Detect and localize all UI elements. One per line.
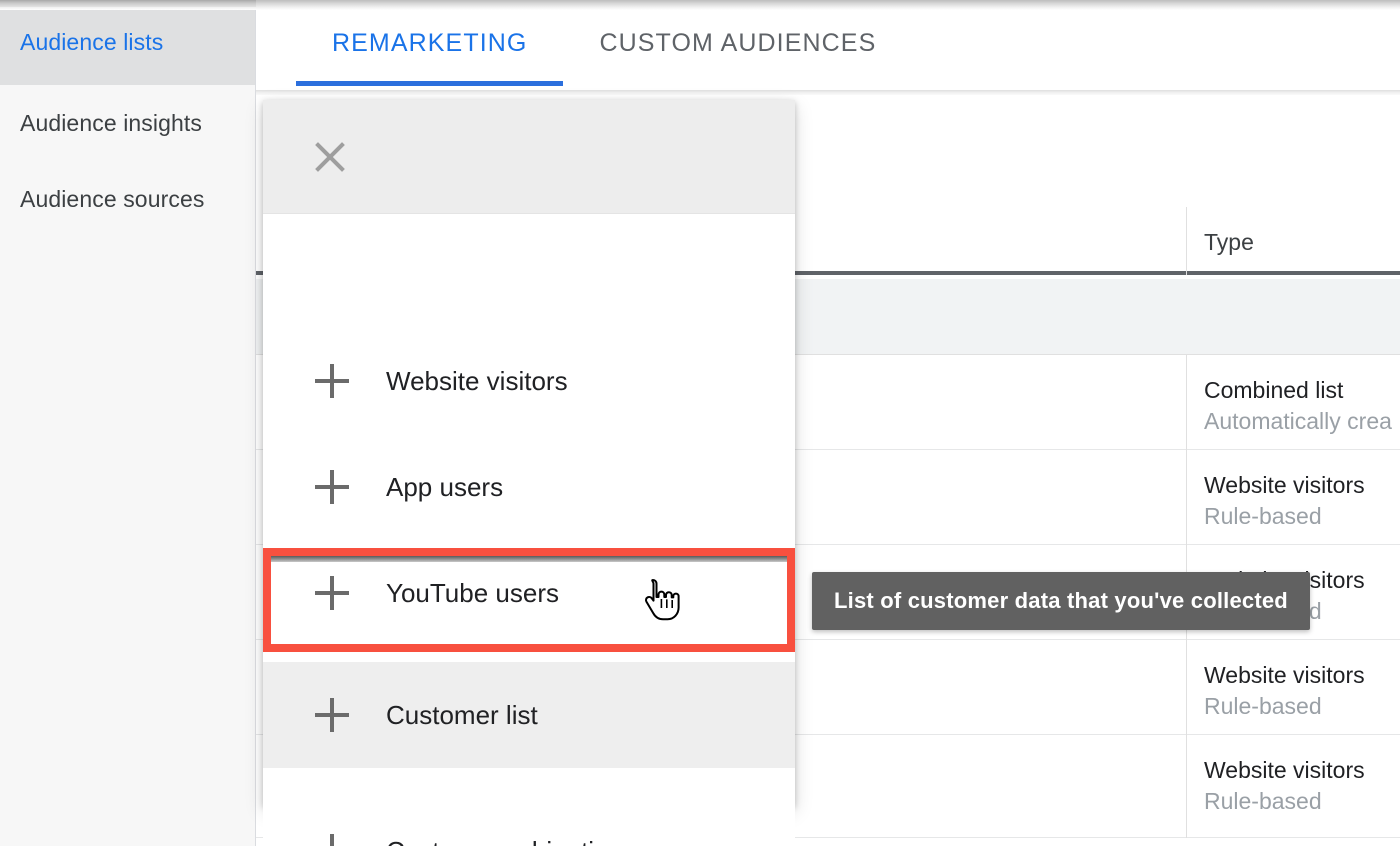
plus-icon [315, 834, 349, 846]
sidebar-item-label: Audience sources [20, 185, 205, 212]
dropdown-item-label: Website visitors [386, 365, 568, 396]
row-type-main: Combined list [1204, 377, 1344, 403]
header-column-divider-1 [1186, 207, 1187, 275]
screen-root: Type a sources Combined list Automatical… [0, 0, 1400, 846]
dropdown-item-customer-list[interactable]: Customer list [263, 662, 795, 768]
plus-icon [315, 364, 349, 398]
dropdown-item-label: Customer list [386, 699, 538, 730]
dropdown-item-youtube-users[interactable]: YouTube users [263, 540, 795, 646]
row-type-cell: Website visitors Rule-based [1204, 755, 1365, 817]
row-type-cell: Combined list Automatically crea [1204, 375, 1392, 437]
dropdown-item-label: YouTube users [386, 577, 559, 608]
row-column-divider [1186, 640, 1187, 735]
row-type-sub: Automatically crea [1204, 408, 1392, 434]
row-type-sub: Rule-based [1204, 503, 1322, 529]
sidebar-item-audience-sources[interactable]: Audience sources [0, 161, 255, 237]
sidebar-item-label: Audience insights [20, 109, 202, 136]
row-column-divider [1186, 735, 1187, 838]
row-type-cell: Website visitors Rule-based [1204, 660, 1365, 722]
dropdown-item-label: App users [386, 471, 504, 502]
dropdown-item-custom-combination[interactable]: Custom combination [263, 782, 795, 846]
close-icon[interactable] [311, 138, 349, 176]
sidebar-item-audience-insights[interactable]: Audience insights [0, 85, 255, 161]
row-column-divider [1186, 355, 1187, 450]
row-type-main: Website visitors [1204, 757, 1365, 783]
create-audience-dropdown: Website visitors App users YouTube users… [263, 100, 795, 846]
plus-icon [315, 576, 349, 610]
sidebar-item-label: Audience lists [20, 29, 164, 55]
dropdown-header [263, 100, 795, 214]
plus-icon [315, 470, 349, 504]
row-type-sub: Rule-based [1204, 693, 1322, 719]
column-header-type[interactable]: Type [1204, 229, 1254, 256]
tab-bar: REMARKETING CUSTOM AUDIENCES [256, 0, 1400, 90]
row-column-divider [1186, 450, 1187, 545]
row-type-main: Website visitors [1204, 472, 1365, 498]
row-type-cell: Website visitors Rule-based [1204, 470, 1365, 532]
dropdown-item-website-visitors[interactable]: Website visitors [263, 328, 795, 434]
dropdown-item-label: Custom combination [386, 836, 623, 846]
sidebar-nav: Audience lists Audience insights Audienc… [0, 0, 256, 846]
sidebar-item-audience-lists[interactable]: Audience lists [0, 0, 255, 85]
row-type-main: Website visitors [1204, 662, 1365, 688]
tab-custom-audiences[interactable]: CUSTOM AUDIENCES [563, 0, 912, 86]
plus-icon [315, 698, 349, 732]
dropdown-item-app-users[interactable]: App users [263, 434, 795, 540]
row-type-sub: Rule-based [1204, 788, 1322, 814]
tooltip-customer-list: List of customer data that you've collec… [812, 572, 1310, 630]
tab-remarketing[interactable]: REMARKETING [296, 0, 564, 86]
